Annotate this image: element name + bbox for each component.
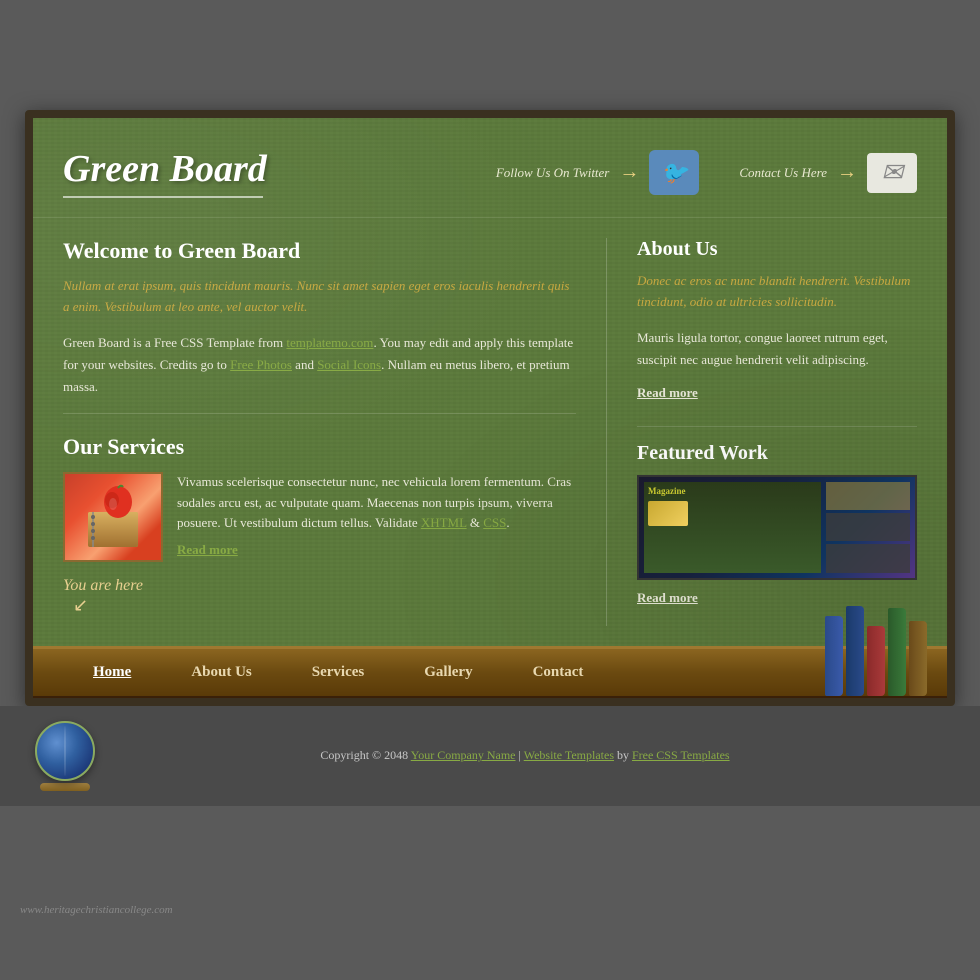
- you-are-here-text: You are here: [63, 577, 143, 594]
- nav-item-about[interactable]: About Us: [161, 646, 281, 698]
- top-spacer: [0, 0, 980, 110]
- twitter-arrow: →: [619, 161, 639, 184]
- featured-main-panel: Magazine: [644, 482, 821, 573]
- featured-read-more[interactable]: Read more: [637, 590, 917, 606]
- welcome-title: Welcome to Green Board: [63, 238, 576, 264]
- welcome-body3: and: [292, 357, 317, 372]
- css-templates-link[interactable]: Free CSS Templates: [632, 748, 730, 762]
- nav-item-contact[interactable]: Contact: [503, 646, 614, 698]
- divider1: [63, 413, 576, 414]
- featured-section: Featured Work Magazine: [637, 442, 917, 606]
- about-read-more[interactable]: Read more: [637, 385, 917, 401]
- book-3: [867, 626, 885, 696]
- book-5: [909, 621, 927, 696]
- welcome-section: Welcome to Green Board Nullam at erat ip…: [63, 238, 576, 398]
- contact-arrow: →: [837, 161, 857, 184]
- contact-social: Contact Us Here →: [739, 153, 917, 193]
- header: Green Board Follow Us On Twitter → Conta…: [33, 118, 947, 218]
- you-are-here: You are here ↙: [63, 577, 576, 626]
- you-are-here-arrow: ↙: [73, 595, 576, 616]
- templatemo-link[interactable]: templatemo.com: [286, 335, 373, 350]
- welcome-intro: Nullam at erat ipsum, quis tincidunt mau…: [63, 276, 576, 318]
- mail-icon[interactable]: [867, 153, 917, 193]
- globe-base: [40, 783, 90, 791]
- welcome-body: Green Board is a Free CSS Template from …: [63, 332, 576, 398]
- featured-block-3: [826, 544, 910, 572]
- featured-block-2: [826, 513, 910, 541]
- contact-label: Contact Us Here: [739, 165, 827, 181]
- xhtml-link[interactable]: XHTML: [421, 515, 467, 530]
- twitter-icon[interactable]: [649, 150, 699, 195]
- about-title: About Us: [637, 238, 917, 261]
- css-link[interactable]: CSS: [483, 515, 506, 530]
- footer-by: by: [614, 748, 632, 762]
- about-body: Mauris ligula tortor, congue laoreet rut…: [637, 327, 917, 371]
- books-decoration: [825, 606, 927, 696]
- main-content: Welcome to Green Board Nullam at erat ip…: [33, 218, 947, 646]
- footer-text: Copyright © 2048 Your Company Name | Web…: [100, 748, 950, 763]
- featured-sidebar: [826, 482, 910, 573]
- apple-svg: [83, 482, 143, 552]
- book-2: [846, 606, 864, 696]
- social-icons-link[interactable]: Social Icons: [317, 357, 381, 372]
- footer: Copyright © 2048 Your Company Name | Web…: [0, 706, 980, 806]
- site-logo[interactable]: Green Board: [63, 147, 267, 198]
- templates-link[interactable]: Website Templates: [524, 748, 614, 762]
- bottom-area: www.heritagechristiancollege.com: [0, 806, 980, 926]
- featured-image: Magazine: [637, 475, 917, 580]
- featured-card: [648, 501, 688, 526]
- free-photos-link[interactable]: Free Photos: [230, 357, 292, 372]
- globe-stand: [30, 721, 100, 791]
- featured-img-inner: Magazine: [644, 482, 910, 573]
- about-section: About Us Donec ac eros ac nunc blandit h…: [637, 238, 917, 401]
- left-column: Welcome to Green Board Nullam at erat ip…: [63, 238, 607, 626]
- nav-item-home[interactable]: Home: [63, 646, 161, 698]
- book-1: [825, 616, 843, 696]
- twitter-social: Follow Us On Twitter →: [496, 150, 700, 195]
- company-link[interactable]: Your Company Name: [411, 748, 516, 762]
- featured-block-1: [826, 482, 910, 510]
- header-social: Follow Us On Twitter → Contact Us Here →: [496, 150, 917, 195]
- service-text-block: Vivamus scelerisque consectetur nunc, ne…: [177, 472, 576, 558]
- twitter-label: Follow Us On Twitter: [496, 165, 610, 181]
- services-section: Our Services: [63, 434, 576, 562]
- book-4: [888, 608, 906, 696]
- footer-sep: |: [516, 748, 524, 762]
- featured-title: Featured Work: [637, 442, 917, 465]
- service-item: Vivamus scelerisque consectetur nunc, ne…: [63, 472, 576, 562]
- services-read-more[interactable]: Read more: [177, 542, 576, 558]
- featured-label: Magazine: [648, 486, 817, 496]
- about-intro: Donec ac eros ac nunc blandit hendrerit.…: [637, 271, 917, 313]
- right-column: About Us Donec ac eros ac nunc blandit h…: [607, 238, 917, 626]
- divider2: [637, 426, 917, 427]
- welcome-body1: Green Board is a Free CSS Template from: [63, 335, 286, 350]
- page-wrapper: Green Board Follow Us On Twitter → Conta…: [0, 0, 980, 980]
- service-image: [63, 472, 163, 562]
- watermark: www.heritagechristiancollege.com: [20, 904, 173, 916]
- globe-icon: [35, 721, 95, 781]
- navbar: Home About Us Services Gallery Contact: [33, 646, 947, 698]
- chalkboard-container: Green Board Follow Us On Twitter → Conta…: [25, 110, 955, 706]
- service-description: Vivamus scelerisque consectetur nunc, ne…: [177, 472, 576, 534]
- services-title: Our Services: [63, 434, 576, 460]
- footer-copyright: Copyright © 2048: [320, 748, 410, 762]
- nav-item-gallery[interactable]: Gallery: [394, 646, 502, 698]
- nav-item-services[interactable]: Services: [282, 646, 394, 698]
